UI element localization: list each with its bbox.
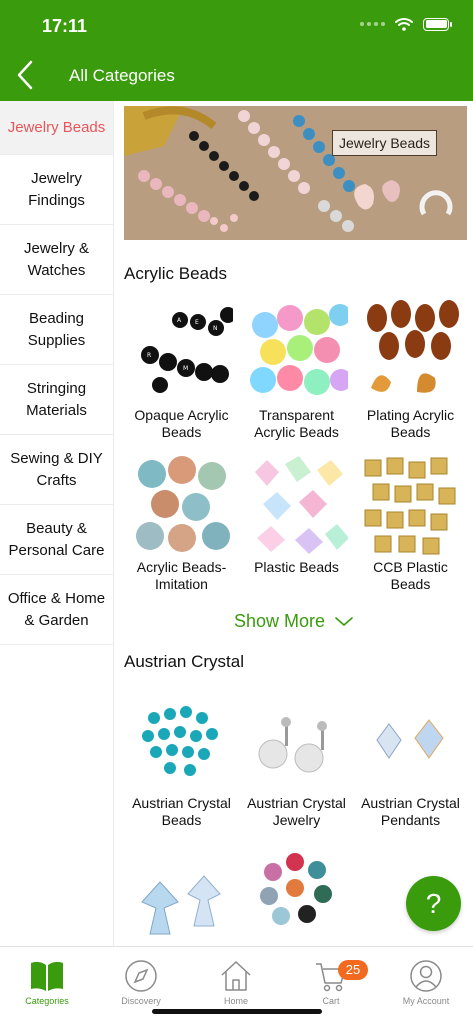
home-indicator: [152, 1009, 322, 1014]
product-thumbnail: [245, 842, 348, 945]
svg-text:R: R: [147, 352, 151, 359]
tab-label: Discovery: [121, 996, 161, 1006]
category-tile-label: Opaque Acrylic Beads: [134, 407, 229, 440]
category-tile-ccb-plastic-beads[interactable]: CCB Plastic Beads: [359, 452, 462, 593]
sidebar-item-jewelry-findings[interactable]: Jewelry Findings: [0, 155, 113, 225]
tab-my-account[interactable]: My Account: [386, 959, 466, 1006]
category-tile-label: Acrylic Beads-Imitation: [136, 559, 227, 592]
show-more-button[interactable]: Show More: [234, 611, 353, 632]
section-title-acrylic-beads: Acrylic Beads: [124, 264, 227, 283]
show-more-label: Show More: [234, 611, 326, 631]
product-thumbnail: [245, 452, 348, 555]
category-sidebar: Jewelry Beads Jewelry Findings Jewelry &…: [0, 101, 114, 946]
tab-categories[interactable]: Categories: [7, 959, 87, 1006]
house-icon: [221, 961, 251, 991]
product-thumbnail: [245, 300, 348, 403]
tab-label: My Account: [402, 996, 450, 1006]
app-header: 17:11 All Categories: [0, 0, 473, 101]
banner-label: Jewelry Beads: [332, 130, 438, 156]
compass-icon: [125, 960, 157, 992]
category-tile-plating-acrylic-beads[interactable]: Plating Acrylic Beads: [359, 300, 462, 441]
tab-label: Home: [223, 996, 248, 1006]
category-tile-label: Plating Acrylic Beads: [366, 407, 455, 440]
svg-text:N: N: [213, 325, 218, 332]
category-tile-label: Austrian Crystal Pendants: [361, 795, 460, 828]
back-button[interactable]: [12, 58, 42, 92]
product-thumbnail: [130, 452, 233, 555]
category-tile-austrian-crystal-jewelry[interactable]: Austrian Crystal Jewelry: [245, 688, 348, 829]
category-tile-label: Plastic Beads: [254, 559, 339, 575]
category-banner[interactable]: Jewelry Beads: [124, 106, 467, 240]
wifi-icon: [395, 18, 413, 31]
category-tile-crystal-angel-pendants[interactable]: [130, 842, 233, 946]
product-thumbnail: [130, 688, 233, 791]
category-tile-opaque-acrylic-beads[interactable]: AENRM Opaque Acrylic Beads: [130, 300, 233, 441]
category-tile-label: Transparent Acrylic Beads: [254, 407, 339, 440]
status-icons: [360, 17, 452, 31]
chevron-down-icon: [335, 616, 353, 626]
sidebar-item-jewelry-beads[interactable]: Jewelry Beads: [0, 101, 113, 155]
page-title: All Categories: [69, 66, 175, 85]
category-tile-transparent-acrylic-beads[interactable]: Transparent Acrylic Beads: [245, 300, 348, 441]
help-button[interactable]: ?: [406, 876, 461, 931]
acrylic-beads-grid: AENRM Opaque Acrylic Beads Transparent A…: [130, 300, 463, 600]
book-icon: [31, 961, 63, 991]
sidebar-item-office-home-garden[interactable]: Office & Home & Garden: [0, 575, 113, 645]
sidebar-item-beading-supplies[interactable]: Beading Supplies: [0, 295, 113, 365]
tab-discovery[interactable]: Discovery: [101, 959, 181, 1006]
signal-icon: [360, 22, 385, 26]
product-thumbnail: AENRM: [130, 300, 233, 403]
category-tile-plastic-beads[interactable]: Plastic Beads: [245, 452, 348, 576]
cart-count-badge: 25: [338, 960, 368, 980]
beads-banner-image: [124, 106, 467, 240]
battery-icon: [423, 17, 452, 31]
category-tile-austrian-crystal-beads[interactable]: Austrian Crystal Beads: [130, 688, 233, 829]
tab-label: Categories: [25, 996, 69, 1006]
product-thumbnail: [359, 300, 462, 403]
product-thumbnail: [359, 688, 462, 791]
category-tile-crystal-rivoli[interactable]: [245, 842, 348, 946]
tab-home[interactable]: Home: [196, 959, 276, 1006]
section-title-austrian-crystal: Austrian Crystal: [124, 652, 244, 671]
sidebar-item-beauty-personal-care[interactable]: Beauty & Personal Care: [0, 505, 113, 575]
category-tile-label: Austrian Crystal Beads: [132, 795, 231, 828]
category-tile-acrylic-beads-imitation[interactable]: Acrylic Beads-Imitation: [130, 452, 233, 593]
user-icon: [410, 960, 442, 992]
svg-text:M: M: [183, 365, 188, 372]
product-thumbnail: [359, 452, 462, 555]
svg-text:E: E: [195, 319, 199, 326]
sidebar-item-jewelry-watches[interactable]: Jewelry & Watches: [0, 225, 113, 295]
category-content: Jewelry Beads Acrylic Beads AENRM Opaque…: [124, 101, 467, 946]
status-time: 17:11: [42, 16, 88, 36]
product-thumbnail: [130, 842, 233, 945]
product-thumbnail: [245, 688, 348, 791]
category-tile-austrian-crystal-pendants[interactable]: Austrian Crystal Pendants: [359, 688, 462, 829]
sidebar-item-sewing-diy-crafts[interactable]: Sewing & DIY Crafts: [0, 435, 113, 505]
chevron-left-icon: [17, 60, 33, 90]
category-tile-label: CCB Plastic Beads: [373, 559, 448, 592]
sidebar-item-stringing-materials[interactable]: Stringing Materials: [0, 365, 113, 435]
tab-label: Cart: [322, 996, 340, 1006]
category-tile-label: Austrian Crystal Jewelry: [247, 795, 346, 828]
